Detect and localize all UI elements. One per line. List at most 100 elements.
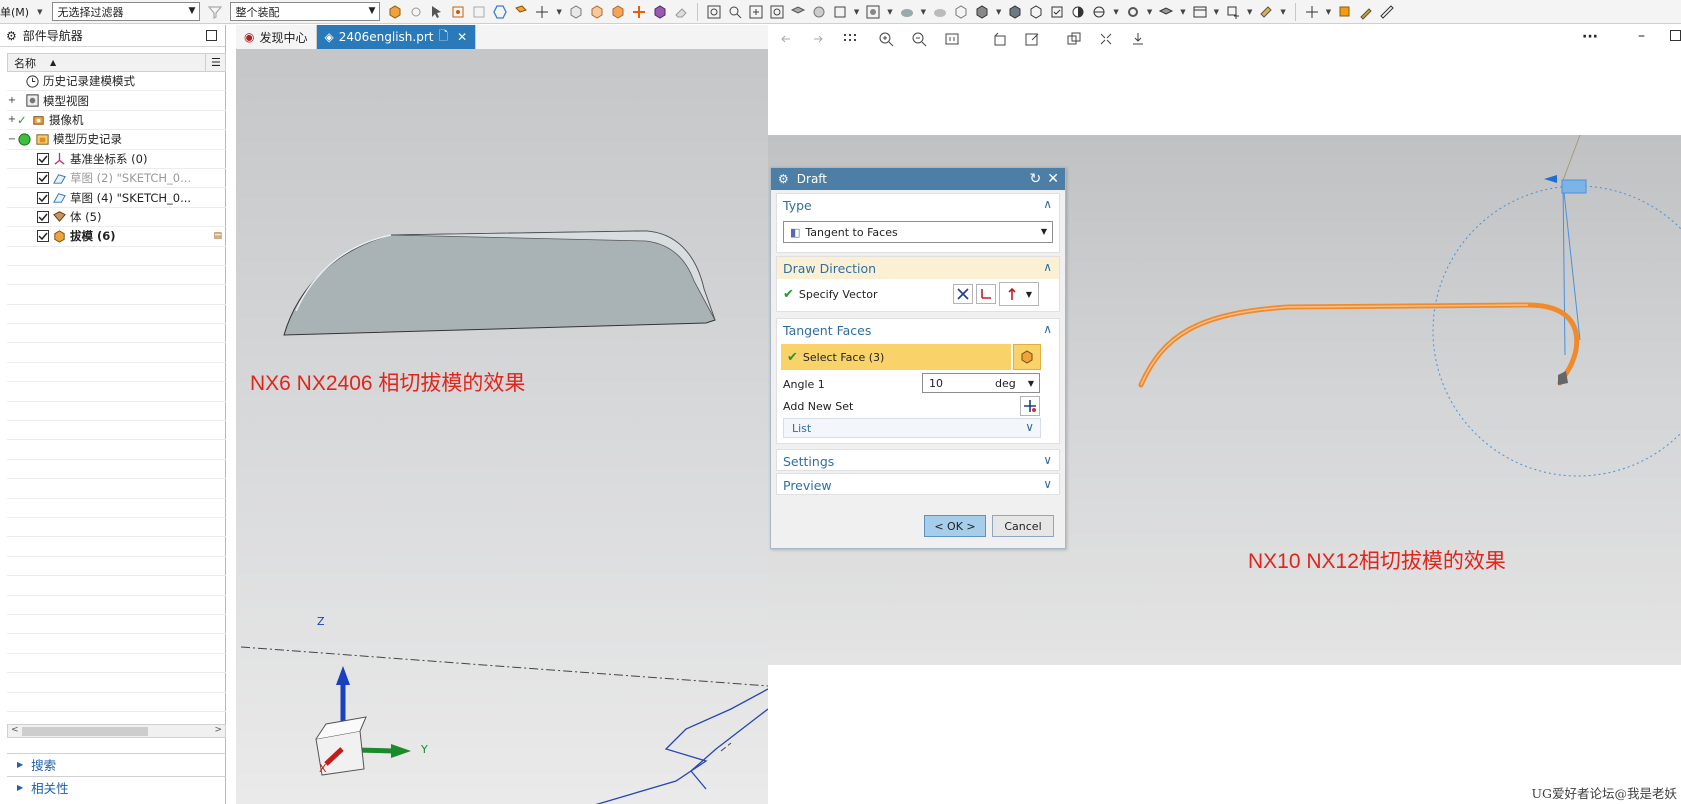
selection-filter-select[interactable]: 无选择过滤器 ▼ [52,2,201,21]
copy-icon[interactable] [1066,31,1082,47]
zoom-out-icon[interactable] [911,31,927,47]
tab-discovery-center[interactable]: ◉ 发现中心 [236,25,317,49]
cube-outline-icon[interactable] [1027,3,1045,21]
snap-crosshair-icon[interactable] [533,3,551,21]
save-icon[interactable] [1130,31,1146,47]
section-search[interactable]: ▶ 搜索 [7,753,226,775]
origin-icon[interactable] [630,3,648,21]
frame-icon[interactable] [831,3,849,21]
cube-dark-icon[interactable] [1006,3,1024,21]
expand-icon[interactable]: + [7,114,17,125]
snap-face-icon[interactable] [512,3,530,21]
settings-header[interactable]: Settings ∨ [777,450,1059,472]
tree-item-draft[interactable]: 拔模 (6) ▤ [7,227,226,247]
add-new-set-button[interactable] [1020,396,1040,416]
visibility-checkbox[interactable] [37,172,49,185]
scrollbar-thumb[interactable] [22,727,148,736]
snap-grid-icon[interactable] [470,3,488,21]
rotate-page-icon[interactable] [992,31,1008,47]
menu-label[interactable]: 单(M) [0,4,35,20]
fit-view-icon[interactable] [705,3,723,21]
horizontal-scrollbar[interactable]: < > [7,724,226,738]
gear-icon[interactable]: ⚙ [6,29,17,43]
cube-purple-icon[interactable] [651,3,669,21]
pan-icon[interactable] [747,3,765,21]
box-highlight-icon[interactable] [588,3,606,21]
layer-stack-icon[interactable] [1157,3,1175,21]
shaded-edges-icon[interactable] [931,3,949,21]
list-toggle[interactable]: List ∨ [783,418,1041,438]
vector-options-dropdown[interactable]: ▼ [999,282,1039,306]
more-options-icon[interactable]: ··· [1582,29,1598,45]
graphics-viewport[interactable]: NX6 NX2406 相切拔模的效果 Z Y X [236,49,768,804]
eraser-icon[interactable] [672,3,690,21]
tab-part-file[interactable]: ◈ 2406english.prt 🗋 ✕ [316,25,477,49]
select-face-row[interactable]: ✔ Select Face (3) [781,344,1011,370]
window-icon[interactable] [1191,3,1209,21]
forward-arrow-icon[interactable] [810,31,826,47]
brush-icon[interactable] [1357,3,1375,21]
select-arrow-icon[interactable] [428,3,446,21]
contrast-icon[interactable] [1069,3,1087,21]
type-section-header[interactable]: Type ∧ [777,194,1059,216]
snap-point-icon[interactable] [449,3,467,21]
visibility-checkbox[interactable] [37,152,49,165]
column-name-header[interactable]: 名称 ▲ [8,54,206,71]
wireframe-icon[interactable] [952,3,970,21]
face-selector-button[interactable] [1013,344,1041,370]
ok-button[interactable]: < OK > [924,515,986,537]
edit-icon[interactable] [1024,31,1040,47]
tree-item-history-mode[interactable]: 历史记录建模模式 [7,72,226,92]
draft-type-dropdown[interactable]: ◧ Tangent to Faces ▼ [783,221,1053,243]
tree-item-model-history[interactable]: − 模型历史记录 [7,130,226,150]
cancel-button[interactable]: Cancel [992,515,1054,537]
tree-item-cameras[interactable]: + ✓ 摄像机 [7,111,226,131]
rotate-icon[interactable] [768,3,786,21]
menu-dropdown-icon[interactable]: ▼ [37,8,42,16]
visibility-checkbox[interactable] [37,230,49,243]
ruler-icon[interactable] [1378,3,1396,21]
snap-body-icon[interactable] [386,3,404,21]
draw-direction-header[interactable]: Draw Direction ∧ [777,257,1059,279]
hexagon-icon[interactable] [491,3,509,21]
view-orient-icon[interactable] [864,3,882,21]
move-icon[interactable] [1303,3,1321,21]
paint-icon[interactable] [1257,3,1275,21]
visibility-checkbox[interactable] [37,210,49,223]
tree-item-datum-csys[interactable]: 基准坐标系 (0) [7,150,226,169]
maximize-icon[interactable] [206,30,217,41]
tangent-faces-header[interactable]: Tangent Faces ∧ [777,319,1059,341]
globe-icon[interactable] [1090,3,1108,21]
assembly-scope-select[interactable]: 整个装配 ▼ [230,2,381,21]
tree-item-model-views[interactable]: + 模型视图 [7,91,226,111]
zoom-in-icon[interactable] [878,31,894,47]
palette-icon[interactable] [810,3,828,21]
tree-item-sketch-4[interactable]: 草图 (4) "SKETCH_0... [7,188,226,208]
close-icon[interactable]: ✕ [457,30,467,44]
box-icon[interactable] [567,3,585,21]
back-arrow-icon[interactable] [778,31,794,47]
tree-item-sketch-2[interactable]: 草图 (2) "SKETCH_0... [7,169,226,189]
scroll-left-icon[interactable]: < [11,725,19,735]
box-orange-icon[interactable] [609,3,627,21]
column-menu-icon[interactable]: ☰ [206,56,221,69]
scroll-right-icon[interactable]: > [214,725,222,735]
grid-view-icon[interactable] [842,31,858,47]
shaded-icon[interactable] [898,3,916,21]
actual-size-icon[interactable] [944,31,960,47]
visibility-checkbox[interactable] [37,191,49,204]
add-component-icon[interactable] [1224,3,1242,21]
filter-icon[interactable] [206,3,224,21]
tree-item-body[interactable]: 体 (5) [7,208,226,228]
measure-icon[interactable] [1336,3,1354,21]
minimize-icon[interactable]: – [1638,28,1645,44]
expand-icon[interactable]: + [7,95,17,106]
angle-input[interactable]: 10 deg ▼ [922,373,1040,393]
layer-icon[interactable] [789,3,807,21]
reset-icon[interactable]: ↻ [1030,171,1042,187]
gear-cube-icon[interactable] [1124,3,1142,21]
reverse-direction-button[interactable] [953,284,973,304]
preview-header[interactable]: Preview ∨ [777,474,1059,496]
section-dependencies[interactable]: ▶ 相关性 [7,776,226,798]
maximize-icon[interactable] [1670,30,1681,41]
